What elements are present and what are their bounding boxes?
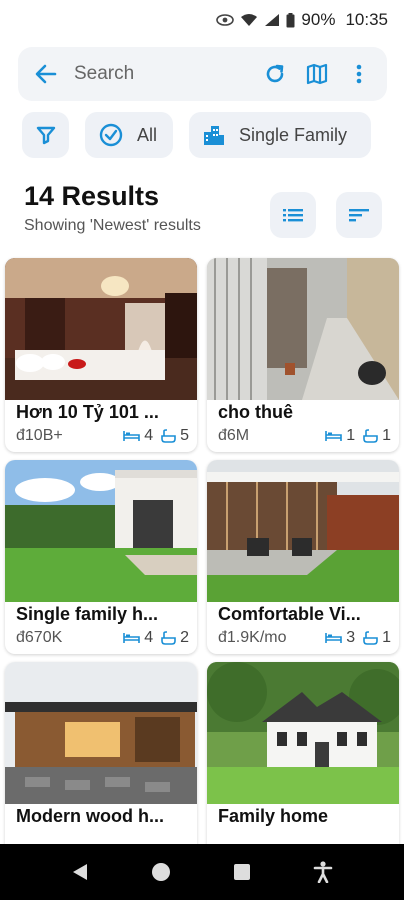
- bedroom-value: 1: [346, 427, 356, 444]
- list-icon: [283, 209, 303, 222]
- bedroom-count: 3: [325, 629, 355, 647]
- recents-square-icon[interactable]: [233, 863, 251, 881]
- listing-title: Comfortable Vi...: [218, 604, 361, 624]
- listing-photo: [207, 662, 399, 804]
- listing-title: Hơn 10 Tỷ 101 ...: [16, 402, 159, 422]
- sort-icon: [349, 209, 369, 222]
- bathroom-count: 1: [363, 427, 391, 445]
- bath-icon: [161, 429, 176, 443]
- listing-photo: [5, 662, 197, 804]
- back-button[interactable]: [32, 60, 60, 88]
- listing-title: cho thuê: [218, 402, 293, 422]
- listing-photo: [207, 258, 399, 400]
- filter-icon: [36, 126, 55, 145]
- listing-meta: đ6M 1 1: [218, 427, 391, 445]
- bedroom-count: 4: [123, 427, 153, 445]
- listing-card[interactable]: Family home: [207, 662, 399, 856]
- listing-price: đ10B+: [16, 427, 63, 444]
- check-circle-icon: [99, 123, 123, 147]
- arrow-left-icon: [35, 64, 57, 84]
- bedroom-count: 4: [123, 629, 153, 647]
- listing-photo: [5, 258, 197, 400]
- results-count: 14 Results: [24, 181, 160, 211]
- bed-icon: [325, 633, 342, 643]
- listing-meta: đ10B+ 4 5: [16, 427, 189, 445]
- bathroom-value: 1: [382, 427, 391, 444]
- bed-icon: [123, 431, 140, 441]
- listing-card[interactable]: Comfortable Vi... đ1.9K/mo 3 1: [207, 460, 399, 654]
- bathroom-count: 1: [363, 629, 391, 647]
- listing-price: đ670K: [16, 629, 63, 646]
- bedroom-value: 4: [144, 427, 154, 444]
- system-navigation-bar: [0, 844, 404, 900]
- bath-icon: [161, 631, 176, 645]
- listing-card[interactable]: Single family h... đ670K 4 2: [5, 460, 197, 654]
- wifi-icon: [241, 14, 258, 26]
- listing-photo: [5, 460, 197, 602]
- listing-card[interactable]: Hơn 10 Tỷ 101 ... đ10B+ 4 5: [5, 258, 197, 452]
- bathroom-value: 1: [382, 629, 391, 646]
- cell-signal-icon: [265, 14, 280, 26]
- bathroom-value: 2: [180, 629, 189, 646]
- bedroom-count: 1: [325, 427, 355, 445]
- listing-title: Modern wood h...: [16, 806, 164, 826]
- listing-price: đ1.9K/mo: [218, 629, 287, 646]
- listing-title: Single family h...: [16, 604, 159, 624]
- listing-meta: đ1.9K/mo 3 1: [218, 629, 391, 647]
- more-options-button[interactable]: [341, 56, 377, 92]
- filter-button[interactable]: [22, 112, 69, 158]
- listing-price: đ6M: [218, 427, 250, 444]
- listing-card[interactable]: Modern wood h...: [5, 662, 197, 856]
- map-button[interactable]: [299, 56, 335, 92]
- search-input[interactable]: Search: [74, 63, 251, 85]
- refresh-button[interactable]: [257, 56, 293, 92]
- listing-photo: [207, 460, 399, 602]
- map-icon: [306, 63, 328, 85]
- bath-icon: [363, 429, 378, 443]
- search-bar: Search: [18, 47, 387, 101]
- bedroom-value: 3: [346, 629, 356, 646]
- bathroom-value: 5: [180, 427, 189, 444]
- listing-card[interactable]: cho thuê đ6M 1 1: [207, 258, 399, 452]
- listing-title: Family home: [218, 806, 329, 826]
- building-icon: [204, 126, 224, 145]
- listing-meta: đ670K 4 2: [16, 629, 189, 647]
- home-circle-icon[interactable]: [151, 862, 171, 882]
- filter-chips: All Single Family: [22, 112, 371, 158]
- battery-icon: [286, 12, 295, 27]
- bed-icon: [123, 633, 140, 643]
- listing-grid: Hơn 10 Tỷ 101 ... đ10B+ 4 5 cho thuê đ6M…: [5, 258, 401, 856]
- bathroom-count: 5: [161, 427, 189, 445]
- bathroom-count: 2: [161, 629, 189, 647]
- bed-icon: [325, 431, 342, 441]
- bath-icon: [363, 631, 378, 645]
- refresh-icon: [266, 64, 284, 83]
- list-view-button[interactable]: [270, 192, 316, 238]
- bedroom-value: 4: [144, 629, 154, 646]
- clock: 10:35: [345, 10, 388, 29]
- status-filter-chip[interactable]: All: [85, 112, 173, 158]
- more-vertical-icon: [356, 64, 362, 84]
- status-filter-label: All: [137, 124, 158, 145]
- back-triangle-icon[interactable]: [71, 862, 89, 882]
- results-sort-description: Showing 'Newest' results: [24, 217, 201, 234]
- property-type-chip[interactable]: Single Family: [189, 112, 371, 158]
- property-type-label: Single Family: [239, 124, 348, 145]
- eye-icon: [216, 14, 235, 26]
- battery-level: 90%: [301, 10, 336, 29]
- accessibility-icon[interactable]: [313, 861, 333, 883]
- status-bar: 90% 10:35: [0, 0, 404, 40]
- sort-button[interactable]: [336, 192, 382, 238]
